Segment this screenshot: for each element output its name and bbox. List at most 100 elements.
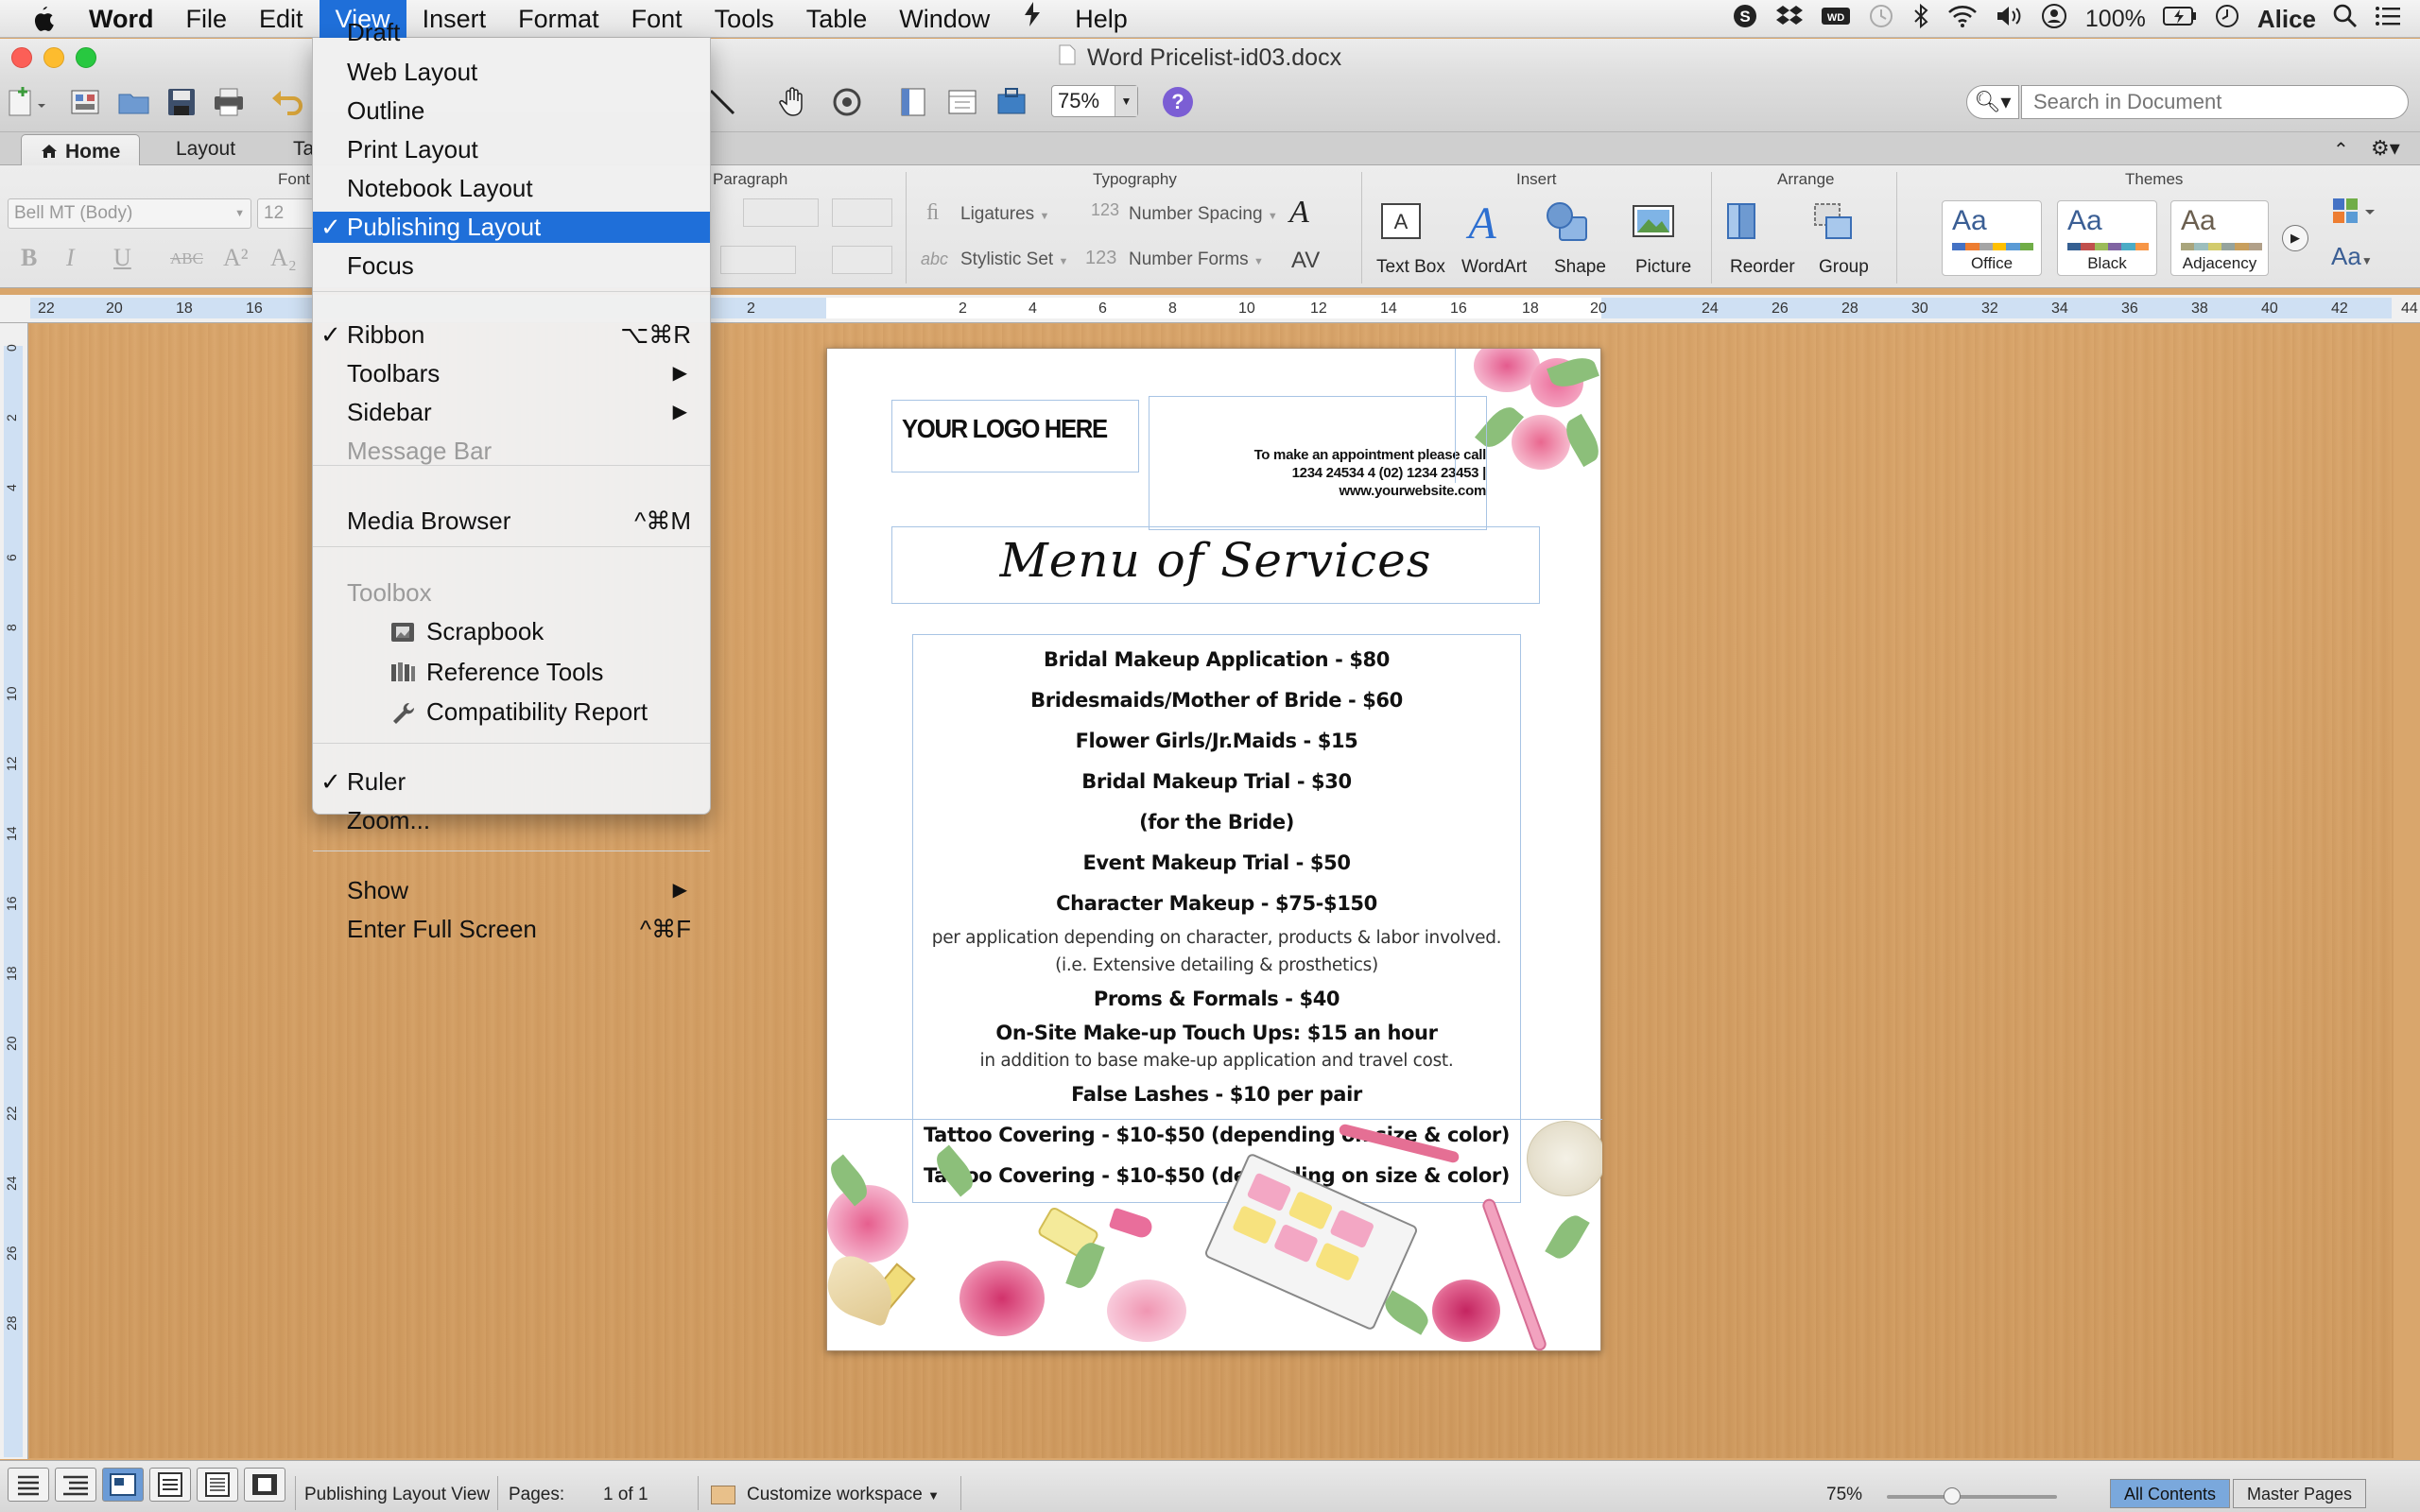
tab-home[interactable]: Home: [21, 134, 141, 166]
print-layout-view-button[interactable]: [149, 1468, 191, 1502]
menu-edit[interactable]: Edit: [243, 0, 320, 38]
stylistic-set-button[interactable]: Stylistic Set ▼: [960, 249, 1068, 270]
view-menu-enter-full-screen[interactable]: Enter Full Screen ^⌘F: [313, 914, 710, 945]
skype-icon[interactable]: S: [1732, 3, 1758, 36]
italic-button[interactable]: I: [66, 244, 75, 272]
logo-textbox[interactable]: YOUR LOGO HERE: [891, 400, 1139, 472]
bluetooth-icon[interactable]: [1911, 3, 1930, 36]
ligatures-button[interactable]: Ligatures ▼: [960, 204, 1049, 225]
search-input[interactable]: [2021, 85, 2409, 119]
font-name-field[interactable]: Bell MT (Body) ▼: [8, 198, 251, 229]
view-menu-toolbars[interactable]: Toolbars ▶: [313, 358, 710, 389]
zoom-slider-handle[interactable]: [1944, 1487, 1961, 1504]
wd-drive-icon[interactable]: WD: [1821, 5, 1851, 34]
theme-fonts-icon[interactable]: Aa▼: [2331, 242, 2373, 271]
view-menu-media-browser[interactable]: Media Browser ^⌘M: [313, 506, 710, 537]
strikethrough-button[interactable]: ABC: [170, 249, 203, 268]
wordart-icon[interactable]: A: [1460, 197, 1509, 249]
subscript-button[interactable]: A₂: [270, 244, 297, 272]
paragraph-spacing-button[interactable]: [832, 246, 892, 274]
volume-icon[interactable]: [1995, 4, 2023, 35]
hand-tool-icon[interactable]: [775, 83, 813, 121]
view-menu-zoom[interactable]: Zoom...: [313, 805, 710, 836]
publishing-layout-view-button[interactable]: [102, 1468, 144, 1502]
menu-word[interactable]: Word: [85, 0, 170, 38]
theme-colors-icon[interactable]: [2331, 197, 2378, 233]
undo-icon[interactable]: [268, 83, 306, 121]
tab-layout[interactable]: Layout: [157, 132, 254, 166]
reorder-button[interactable]: Reorder: [1730, 257, 1795, 278]
reorder-icon[interactable]: [1722, 197, 1772, 246]
apple-menu-icon[interactable]: [0, 0, 85, 38]
zoom-select[interactable]: 75% ▼: [1051, 85, 1138, 117]
menu-window[interactable]: Window: [883, 0, 1006, 38]
view-menu-outline[interactable]: Outline: [313, 95, 710, 127]
ribbon-settings-icon[interactable]: ⚙︎▾: [2371, 136, 2400, 161]
vertical-ruler[interactable]: 0 2 4 6 8 10 12 14 16 18 20 22 24 26 28: [0, 323, 28, 1459]
wifi-icon[interactable]: [1947, 4, 1978, 35]
draft-view-button[interactable]: [8, 1468, 49, 1502]
theme-adjacency[interactable]: Aa Adjacency: [2170, 200, 2269, 276]
shape-icon[interactable]: [1543, 197, 1592, 246]
tab-all-contents[interactable]: All Contents: [2110, 1479, 2231, 1508]
view-menu-notebook-layout[interactable]: Notebook Layout: [313, 173, 710, 204]
save-icon[interactable]: [163, 83, 200, 121]
group-icon[interactable]: [1809, 197, 1858, 246]
time-machine-icon[interactable]: [1868, 3, 1894, 36]
text-box-icon[interactable]: A: [1378, 197, 1427, 246]
focus-view-button[interactable]: [244, 1468, 285, 1502]
theme-black[interactable]: Aa Black: [2057, 200, 2157, 276]
document-page[interactable]: YOUR LOGO HERE To make an appointment pl…: [826, 348, 1602, 1352]
view-menu-ribbon[interactable]: ✓ Ribbon ⌥⌘R: [313, 319, 710, 351]
indent-buttons[interactable]: [743, 198, 819, 227]
user-name[interactable]: Alice: [2257, 5, 2316, 34]
notification-center-icon[interactable]: [2375, 5, 2401, 34]
view-menu-ruler[interactable]: ✓ Ruler: [313, 766, 710, 798]
view-menu-scrapbook[interactable]: Scrapbook: [313, 616, 710, 647]
tab-master-pages[interactable]: Master Pages: [2233, 1479, 2367, 1508]
contact-textbox[interactable]: To make an appointment please call 1234 …: [1149, 396, 1487, 530]
outline-view-button[interactable]: [55, 1468, 96, 1502]
clock-icon[interactable]: [2214, 3, 2240, 36]
view-menu-publishing-layout[interactable]: ✓ Publishing Layout: [313, 212, 710, 243]
view-menu-show[interactable]: Show ▶: [313, 875, 710, 906]
view-menu-focus[interactable]: Focus: [313, 250, 710, 282]
minimize-window-button[interactable]: [43, 47, 64, 68]
toolbox-icon[interactable]: [993, 83, 1030, 121]
battery-icon[interactable]: [2162, 6, 2197, 33]
number-forms-button[interactable]: Number Forms ▼: [1129, 249, 1264, 270]
collapse-ribbon-icon[interactable]: ⌃: [2333, 138, 2349, 162]
new-document-icon[interactable]: [6, 83, 45, 121]
theme-office[interactable]: Aa Office: [1942, 200, 2042, 276]
dropbox-icon[interactable]: [1775, 4, 1804, 35]
view-menu-draft[interactable]: Draft: [313, 17, 710, 48]
zoom-slider[interactable]: [1887, 1495, 2057, 1499]
menu-help[interactable]: Help: [1059, 0, 1144, 38]
spotlight-icon[interactable]: [2333, 4, 2358, 35]
view-menu-print-layout[interactable]: Print Layout: [313, 134, 710, 165]
view-menu-web-layout[interactable]: Web Layout: [313, 57, 710, 88]
view-menu-sidebar[interactable]: Sidebar ▶: [313, 397, 710, 428]
contextual-alternates-icon[interactable]: A: [1289, 195, 1309, 231]
search-icon[interactable]: 🔍︎▾: [1966, 85, 2019, 119]
character-spacing-icon[interactable]: AV: [1291, 248, 1320, 274]
templates-icon[interactable]: [66, 83, 104, 121]
notebook-layout-view-button[interactable]: [197, 1468, 238, 1502]
menu-tools[interactable]: Tools: [699, 0, 790, 38]
help-icon[interactable]: ?: [1163, 87, 1193, 117]
sidebar-toggle-icon[interactable]: [894, 83, 932, 121]
font-size-field[interactable]: 12: [257, 198, 314, 229]
shape-button[interactable]: Shape: [1554, 257, 1606, 278]
line-spacing-button[interactable]: [832, 198, 892, 227]
zoom-window-button[interactable]: [76, 47, 96, 68]
navigation-icon[interactable]: [828, 83, 866, 121]
menu-table[interactable]: Table: [790, 0, 884, 38]
alignment-buttons[interactable]: [720, 246, 796, 274]
bold-button[interactable]: B: [21, 244, 37, 272]
number-spacing-button[interactable]: Number Spacing ▼: [1129, 204, 1278, 225]
text-box-button[interactable]: Text Box: [1376, 257, 1445, 278]
underline-button[interactable]: U: [113, 244, 131, 272]
wordart-button[interactable]: WordArt: [1461, 257, 1527, 278]
user-sync-icon[interactable]: [2040, 3, 2068, 36]
customize-workspace-button[interactable]: Customize workspace ▼: [747, 1485, 940, 1505]
